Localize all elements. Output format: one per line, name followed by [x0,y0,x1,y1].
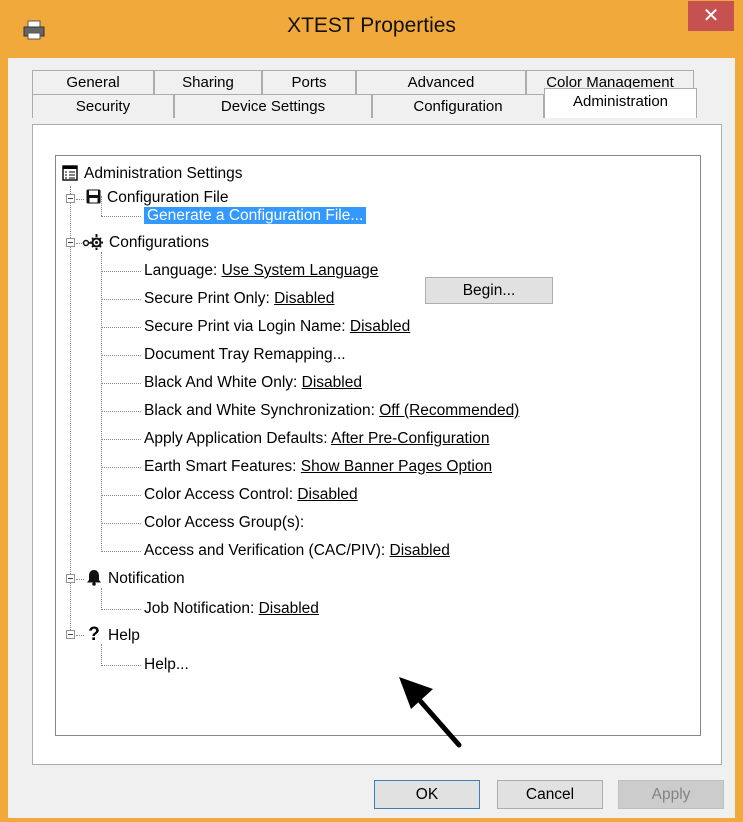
generate-config-label: Generate a Configuration File... [144,207,367,224]
notification-label: Notification [108,570,185,587]
collapse-toggle[interactable] [66,238,75,247]
config-item-cac-piv[interactable]: Access and Verification (CAC/PIV): Disab… [144,539,450,563]
config-item-color-access-control[interactable]: Color Access Control: Disabled [144,483,358,507]
tree-node-notification[interactable]: Notification [86,567,185,591]
tab-sharing[interactable]: Sharing [154,70,262,94]
config-item-name: Secure Print Only: [144,290,270,307]
config-item-color-access-group[interactable]: Color Access Group(s): [144,511,304,535]
generate-config-item[interactable]: Generate a Configuration File... [144,204,367,228]
dialog-body: General Sharing Ports Advanced Color Man… [8,58,735,818]
config-item-name: Earth Smart Features: [144,458,297,475]
begin-button[interactable]: Begin... [425,277,553,304]
administration-tree[interactable]: Administration Settings Configuration Fi… [55,155,701,736]
tree-line [76,199,84,200]
tab-advanced[interactable]: Advanced [356,70,526,94]
config-item-black-white-only[interactable]: Black And White Only: Disabled [144,371,362,395]
config-item-name: Document Tray Remapping... [144,346,346,363]
tree-root[interactable]: Administration Settings [62,162,243,186]
config-item-value[interactable]: Off (Recommended) [379,402,519,419]
config-item-name: Apply Application Defaults: [144,430,328,447]
notification-item-job[interactable]: Job Notification: Disabled [144,597,319,621]
help-item[interactable]: Help... [144,653,189,677]
config-item-value[interactable]: Disabled [274,290,334,307]
tab-configuration[interactable]: Configuration [372,94,544,118]
config-item-tray-remapping[interactable]: Document Tray Remapping... [144,343,346,367]
pointer-arrow-icon [399,677,462,748]
tree-root-label: Administration Settings [84,165,243,182]
help-item-name: Help... [144,656,189,673]
tree-line [101,252,102,550]
config-item-value[interactable]: After Pre-Configuration [331,430,490,447]
close-icon: ✕ [702,3,720,27]
tree-node-configurations[interactable]: Configurations [82,231,209,255]
notification-item-name: Job Notification: [144,600,255,617]
config-item-value[interactable]: Show Banner Pages Option [301,458,492,475]
tree-line [101,327,141,328]
help-label: Help [108,627,140,644]
administration-panel: Administration Settings Configuration Fi… [32,124,722,765]
config-item-value[interactable]: Disabled [390,542,450,559]
title-bar[interactable]: XTEST Properties ✕ [0,0,743,58]
apply-button[interactable]: Apply [618,780,724,809]
window-title: XTEST Properties [287,14,456,37]
config-item-bw-sync[interactable]: Black and White Synchronization: Off (Re… [144,399,519,423]
tree-line [101,588,102,610]
settings-list-icon [62,165,78,181]
tree-line [101,609,141,610]
tree-line [101,439,141,440]
tree-node-help[interactable]: ? Help [86,623,140,647]
tab-administration[interactable]: Administration [544,88,697,118]
question-mark-icon: ? [88,624,100,645]
tree-line [101,383,141,384]
tree-line [101,495,141,496]
config-item-name: Color Access Control: [144,486,294,503]
tab-device-settings[interactable]: Device Settings [174,94,372,118]
config-item-value[interactable]: Disabled [297,486,357,503]
config-item-name: Color Access Group(s): [144,514,305,531]
config-item-value[interactable]: Disabled [350,318,410,335]
configurations-icon [82,234,103,250]
tree-line [101,644,102,666]
tab-ports[interactable]: Ports [262,70,356,94]
collapse-toggle[interactable] [66,194,75,203]
config-item-language[interactable]: Language: Use System Language [144,259,378,283]
tree-line [101,411,141,412]
notification-item-value[interactable]: Disabled [259,600,319,617]
cancel-button[interactable]: Cancel [497,780,603,809]
config-item-name: Black and White Synchronization: [144,402,375,419]
tab-security[interactable]: Security [32,94,174,118]
tree-line [101,271,141,272]
properties-dialog: XTEST Properties ✕ General Sharing Ports… [0,0,743,822]
close-button[interactable]: ✕ [688,1,734,31]
tree-line [101,551,141,552]
tree-line [101,216,141,217]
collapse-toggle[interactable] [66,574,75,583]
config-item-value[interactable]: Use System Language [222,262,379,279]
config-item-earth-smart[interactable]: Earth Smart Features: Show Banner Pages … [144,455,492,479]
tree-line [101,355,141,356]
config-item-name: Access and Verification (CAC/PIV): [144,542,386,559]
config-item-name: Language: [144,262,218,279]
tree-line [101,299,141,300]
collapse-toggle[interactable] [66,630,75,639]
config-item-name: Black And White Only: [144,374,298,391]
config-item-app-defaults[interactable]: Apply Application Defaults: After Pre-Co… [144,427,490,451]
tree-line [70,186,71,638]
tab-general[interactable]: General [32,70,154,94]
bell-icon [87,570,101,586]
ok-button[interactable]: OK [374,780,480,809]
tree-line [101,467,141,468]
tree-line [76,579,84,580]
config-item-secure-print-login[interactable]: Secure Print via Login Name: Disabled [144,315,410,339]
tree-line [101,665,141,666]
tree-line [101,523,141,524]
config-item-secure-print-only[interactable]: Secure Print Only: Disabled [144,287,334,311]
config-item-value[interactable]: Disabled [302,374,362,391]
tree-line [76,635,84,636]
floppy-disk-icon [86,189,101,204]
configurations-label: Configurations [109,234,209,251]
config-item-name: Secure Print via Login Name: [144,318,346,335]
